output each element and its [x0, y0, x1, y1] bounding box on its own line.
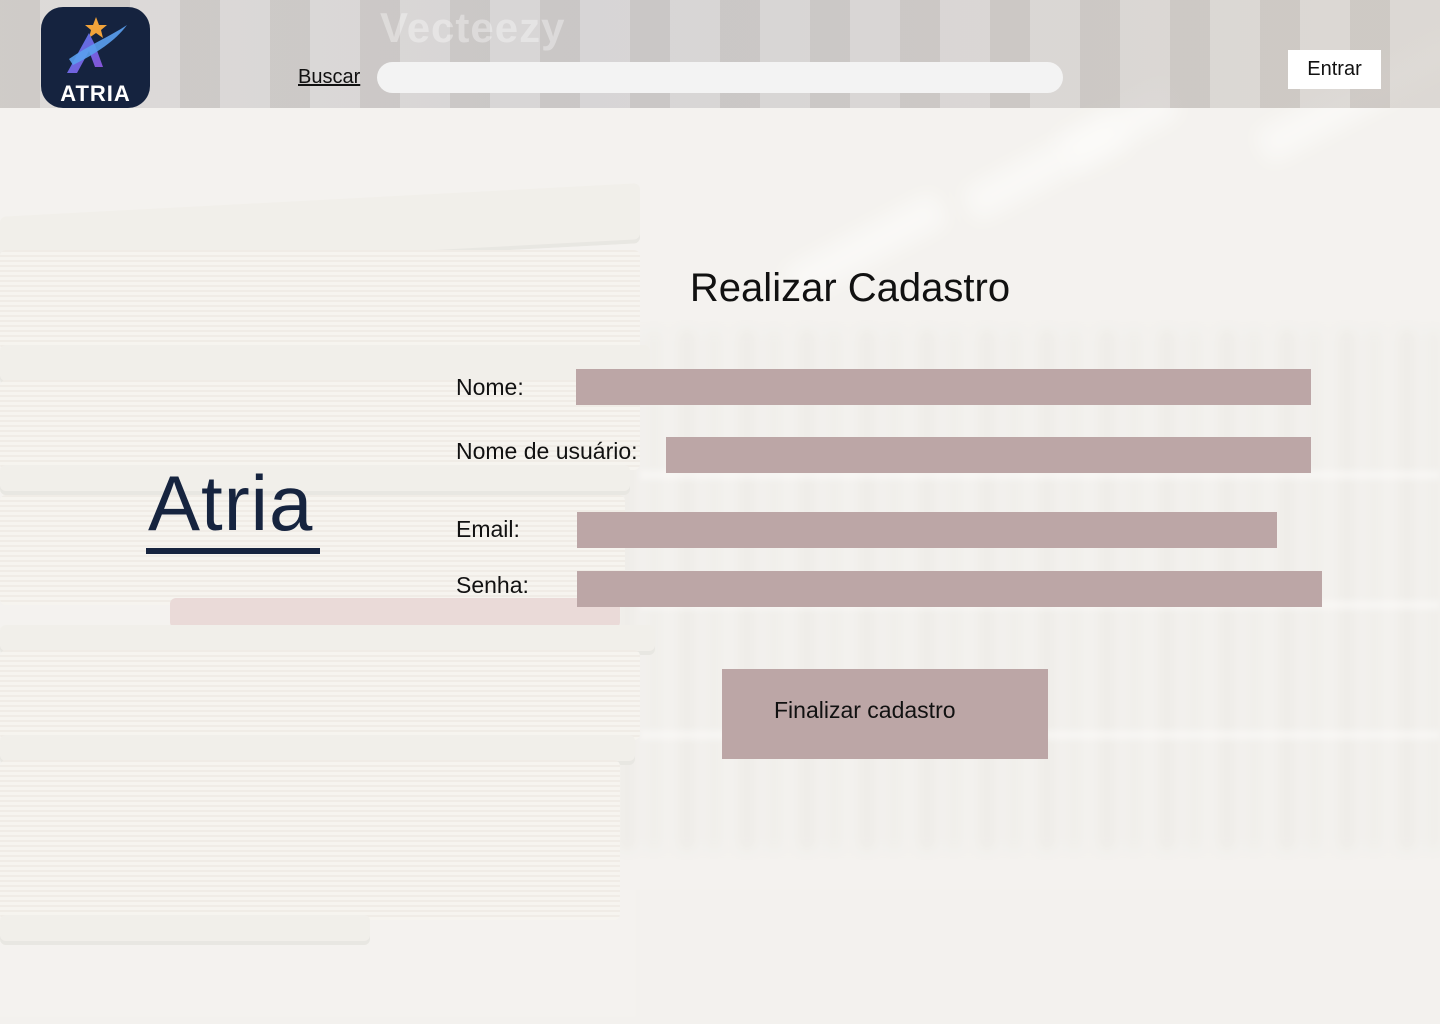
top-header: Vecteezy ATRIA Buscar Entrar — [0, 0, 1440, 108]
atria-logo[interactable]: ATRIA — [41, 7, 150, 108]
finish-signup-button[interactable]: Finalizar cadastro — [722, 669, 1048, 759]
username-label: Nome de usuário: — [456, 438, 638, 464]
page-title: Realizar Cadastro — [689, 266, 1011, 310]
watermark: Vecteezy — [380, 4, 566, 51]
username-field[interactable] — [666, 437, 1311, 473]
brand-underline — [146, 548, 320, 554]
search-link[interactable]: Buscar — [298, 66, 360, 89]
email-field[interactable] — [577, 512, 1277, 548]
brand-wordmark: Atria — [148, 459, 314, 547]
login-button[interactable]: Entrar — [1288, 50, 1381, 89]
name-field[interactable] — [576, 369, 1311, 405]
atria-star-logo-icon — [67, 17, 127, 73]
password-field[interactable] — [577, 571, 1322, 607]
logo-text: ATRIA — [60, 81, 131, 106]
password-label: Senha: — [456, 572, 529, 598]
search-input[interactable] — [377, 62, 1063, 93]
name-label: Nome: — [456, 374, 524, 400]
email-label: Email: — [456, 516, 520, 542]
